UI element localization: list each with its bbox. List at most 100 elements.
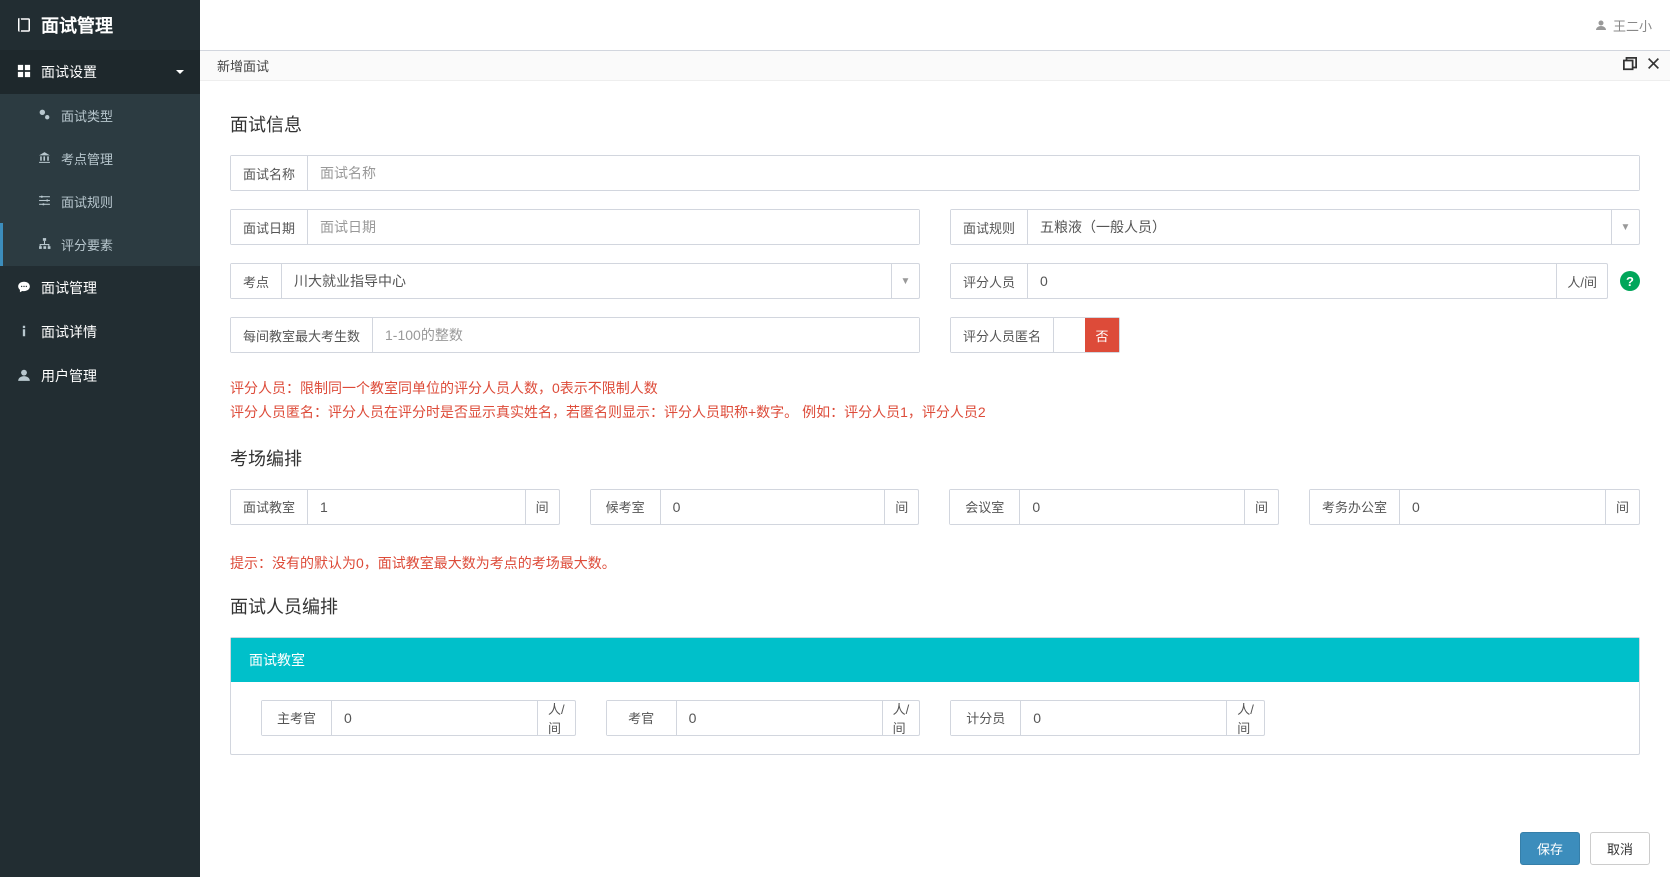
date-input[interactable] — [308, 210, 919, 244]
hint-line2: 评分人员匿名：评分人员在评分时是否显示真实姓名，若匿名则显示：评分人员职称+数字… — [230, 401, 1640, 425]
unit-label: 人/间 — [882, 701, 920, 735]
unit-label: 间 — [1605, 490, 1639, 524]
nav-user-mgmt[interactable]: 用户管理 — [0, 354, 200, 398]
max-label: 每间教室最大考生数 — [231, 318, 373, 352]
office-room-input[interactable] — [1400, 490, 1605, 524]
people-box: 面试教室 主考官 人/间 考官 人/间 计分员 — [230, 637, 1640, 755]
main-examiner-input[interactable] — [332, 701, 537, 735]
maximize-icon[interactable] — [1623, 57, 1637, 74]
interview-room-input[interactable] — [308, 490, 525, 524]
name-label: 面试名称 — [231, 156, 308, 190]
brand: 面试管理 — [0, 0, 200, 50]
scorer-label: 评分人员 — [951, 264, 1028, 298]
footer-actions: 保存 取消 — [200, 820, 1670, 877]
field-scorer: 评分人员 人/间 — [950, 263, 1608, 299]
interview-room-label: 面试教室 — [231, 490, 308, 524]
chevron-down-icon: ▼ — [891, 264, 919, 298]
topbar: 王二小 — [200, 0, 1670, 50]
nav-interview-detail[interactable]: 面试详情 — [0, 310, 200, 354]
section-room-title: 考场编排 — [230, 445, 1640, 471]
waiting-room-label: 候考室 — [591, 490, 661, 524]
scorer-person-label: 计分员 — [951, 701, 1021, 735]
field-meeting-room: 会议室 间 — [949, 489, 1279, 525]
help-icon[interactable]: ? — [1620, 271, 1640, 291]
book-icon — [15, 16, 33, 34]
nav-label: 面试设置 — [41, 62, 97, 82]
nav-label: 评分要素 — [61, 235, 113, 254]
nav-interview-rules[interactable]: 面试规则 — [0, 180, 200, 223]
close-icon[interactable] — [1647, 57, 1660, 74]
unit-label: 人/间 — [537, 701, 575, 735]
nav-label: 面试管理 — [41, 278, 97, 298]
bank-icon — [35, 151, 53, 167]
nav-label: 用户管理 — [41, 366, 97, 386]
field-examiner: 考官 人/间 — [606, 700, 921, 736]
anon-toggle[interactable]: 否 — [1085, 318, 1119, 352]
main-examiner-label: 主考官 — [262, 701, 332, 735]
nav-interview-settings[interactable]: 面试设置 — [0, 50, 200, 94]
user-icon — [15, 368, 33, 385]
info-icon — [15, 324, 33, 341]
panel-header: 新增面试 — [200, 51, 1670, 81]
field-date: 面试日期 — [230, 209, 920, 245]
user-icon — [1595, 19, 1607, 31]
nav-interview-mgmt[interactable]: 面试管理 — [0, 266, 200, 310]
unit-label: 间 — [1244, 490, 1278, 524]
scorer-person-input[interactable] — [1021, 701, 1226, 735]
field-interview-room: 面试教室 间 — [230, 489, 560, 525]
chevron-down-icon: ▼ — [1611, 210, 1639, 244]
section-people-title: 面试人员编排 — [230, 593, 1640, 619]
date-label: 面试日期 — [231, 210, 308, 244]
gears-icon — [35, 108, 53, 124]
field-waiting-room: 候考室 间 — [590, 489, 920, 525]
rule-label: 面试规则 — [951, 210, 1028, 244]
nav-interview-type[interactable]: 面试类型 — [0, 94, 200, 137]
waiting-room-input[interactable] — [661, 490, 885, 524]
scorer-unit: 人/间 — [1556, 264, 1607, 298]
field-office-room: 考务办公室 间 — [1309, 489, 1640, 525]
hint-rooms: 提示：没有的默认为0，面试教室最大数为考点的考场最大数。 — [230, 553, 1640, 573]
examiner-label: 考官 — [607, 701, 677, 735]
save-button[interactable]: 保存 — [1520, 832, 1580, 865]
unit-label: 人/间 — [1226, 701, 1264, 735]
field-rule: 面试规则 五粮液（一般人员） ▼ — [950, 209, 1640, 245]
nav-label: 面试类型 — [61, 106, 113, 125]
examiner-input[interactable] — [677, 701, 882, 735]
field-main-examiner: 主考官 人/间 — [261, 700, 576, 736]
user-name[interactable]: 王二小 — [1613, 16, 1652, 35]
panel-title: 新增面试 — [217, 56, 269, 75]
main: 王二小 新增面试 面试信息 — [200, 0, 1670, 877]
nav-label: 考点管理 — [61, 149, 113, 168]
rule-select[interactable]: 五粮液（一般人员） — [1028, 210, 1611, 244]
nav-site-mgmt[interactable]: 考点管理 — [0, 137, 200, 180]
sidebar: 面试管理 面试设置 面试类型 考点管理 — [0, 0, 200, 877]
brand-text: 面试管理 — [41, 12, 113, 38]
office-room-label: 考务办公室 — [1310, 490, 1400, 524]
nav-score-elements[interactable]: 评分要素 — [0, 223, 200, 266]
field-name: 面试名称 — [230, 155, 1640, 191]
chat-icon — [15, 280, 33, 297]
field-scorer-person: 计分员 人/间 — [950, 700, 1265, 736]
cancel-button[interactable]: 取消 — [1590, 832, 1650, 865]
nav-label: 面试详情 — [41, 322, 97, 342]
unit-label: 间 — [884, 490, 918, 524]
panel-body: 面试信息 面试名称 面试日期 — [200, 81, 1670, 820]
meeting-room-input[interactable] — [1020, 490, 1244, 524]
site-select[interactable]: 川大就业指导中心 — [282, 264, 891, 298]
name-input[interactable] — [308, 156, 1639, 190]
hint-scorer: 评分人员：限制同一个教室同单位的评分人员人数，0表示不限制人数 评分人员匿名：评… — [230, 377, 1640, 425]
sliders-icon — [35, 194, 53, 210]
scorer-input[interactable] — [1028, 264, 1556, 298]
hint-line1: 评分人员：限制同一个教室同单位的评分人员人数，0表示不限制人数 — [230, 377, 1640, 401]
field-site: 考点 川大就业指导中心 ▼ — [230, 263, 920, 299]
max-input[interactable] — [373, 318, 919, 352]
site-label: 考点 — [231, 264, 282, 298]
panel: 新增面试 面试信息 面试名称 — [200, 50, 1670, 877]
chevron-down-icon — [175, 64, 185, 80]
anon-label: 评分人员匿名 — [951, 318, 1054, 352]
meeting-room-label: 会议室 — [950, 490, 1020, 524]
field-max: 每间教室最大考生数 — [230, 317, 920, 353]
unit-label: 间 — [525, 490, 559, 524]
sitemap-icon — [35, 237, 53, 253]
nav-label: 面试规则 — [61, 192, 113, 211]
